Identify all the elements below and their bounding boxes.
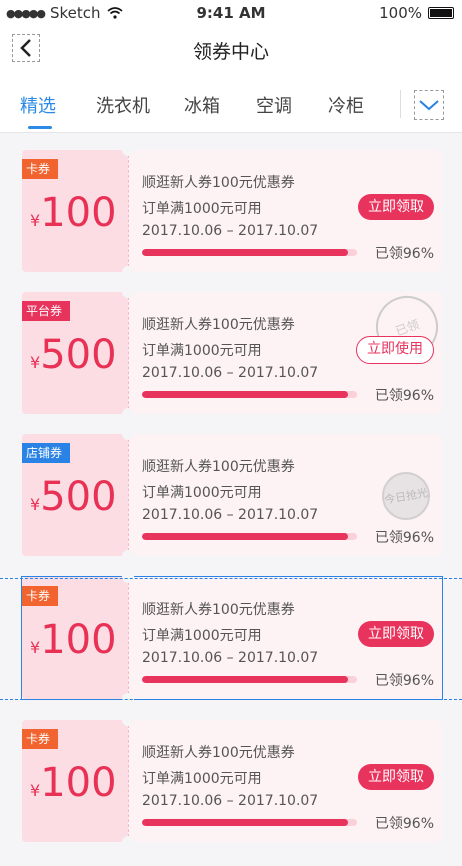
coupon-type-badge: 店铺券: [22, 443, 71, 463]
claim-progress-bar: [142, 533, 357, 540]
currency-symbol: ¥: [30, 638, 41, 657]
tab-fridge[interactable]: 冰箱: [184, 92, 220, 118]
coupon-title: 顺逛新人券100元优惠券: [142, 175, 295, 191]
coupon-condition: 订单满1000元可用: [142, 771, 262, 787]
badge-label: 卡券: [26, 589, 51, 603]
status-right: 100%: [379, 4, 454, 22]
page-title: 领券中心: [192, 41, 269, 63]
coupon-amount: ¥100: [30, 617, 117, 663]
expand-tabs-button[interactable]: [414, 90, 444, 120]
coupon-amount: ¥500: [30, 332, 117, 378]
guide-line: [0, 699, 462, 700]
currency-symbol: ¥: [30, 495, 41, 514]
notch: [122, 836, 134, 848]
coupon-date: 2017.10.06 – 2017.10.07: [142, 507, 319, 523]
badge-label: 卡券: [26, 162, 51, 176]
claim-progress-bar: [142, 249, 357, 256]
coupon-card: 卡券 ¥100 顺逛新人券100元优惠券 订单满1000元可用 2017.10.…: [22, 144, 442, 278]
notch: [122, 714, 134, 726]
tab-divider: [400, 90, 401, 118]
amount-value: 500: [40, 474, 117, 520]
perforation: [128, 434, 129, 556]
coupon-date: 2017.10.06 – 2017.10.07: [142, 223, 319, 239]
active-tab-indicator: [28, 126, 52, 129]
coupon-amount: ¥100: [30, 760, 117, 806]
coupon-amount: ¥500: [30, 474, 117, 520]
battery-icon: [428, 7, 454, 19]
amount-value: 100: [40, 617, 117, 663]
status-bar: ●●●●● Sketch 9:41 AM 100%: [0, 0, 462, 26]
coupon-card: 平台券 ¥500 顺逛新人券100元优惠券 订单满1000元可用 2017.10…: [22, 286, 447, 420]
claim-progress-bar: [142, 391, 357, 398]
coupon-title: 顺逛新人券100元优惠券: [142, 745, 295, 761]
coupon-condition: 订单满1000元可用: [142, 343, 262, 359]
claim-progress-bar: [142, 676, 357, 683]
coupon-title: 顺逛新人券100元优惠券: [142, 317, 295, 333]
guide-line: [0, 578, 462, 579]
tab-featured[interactable]: 精选: [20, 92, 56, 118]
coupon-title: 顺逛新人券100元优惠券: [142, 602, 295, 618]
coupon-type-badge: 卡券: [22, 586, 59, 606]
coupon-date: 2017.10.06 – 2017.10.07: [142, 793, 319, 809]
amount-value: 500: [40, 332, 117, 378]
notch: [122, 408, 134, 420]
nav-bar: 领券中心: [0, 26, 462, 72]
coupon-card: 卡券 ¥100 顺逛新人券100元优惠券 订单满1000元可用 2017.10.…: [21, 571, 443, 705]
coupon-date: 2017.10.06 – 2017.10.07: [142, 365, 319, 381]
coupon-card: 卡券 ¥100 顺逛新人券100元优惠券 订单满1000元可用 2017.10.…: [22, 714, 442, 848]
claim-button[interactable]: 立即领取: [358, 194, 434, 220]
coupon-condition: 订单满1000元可用: [142, 201, 262, 217]
progress-fill: [142, 819, 349, 826]
notch: [122, 266, 134, 278]
tab-ac[interactable]: 空调: [256, 92, 292, 118]
claim-progress-bar: [142, 819, 357, 826]
perforation: [128, 720, 129, 842]
tab-washer[interactable]: 洗衣机: [96, 92, 150, 118]
progress-fill: [142, 391, 349, 398]
perforation: [128, 577, 129, 699]
notch: [122, 428, 134, 440]
tab-freezer[interactable]: 冷柜: [328, 92, 364, 118]
coupon-amount: ¥100: [30, 190, 117, 236]
claimed-percent: 已领96%: [374, 246, 434, 262]
claimed-percent: 已领96%: [374, 388, 434, 404]
coupon-type-badge: 平台券: [22, 301, 71, 321]
badge-label: 卡券: [26, 732, 51, 746]
currency-symbol: ¥: [30, 211, 41, 230]
currency-symbol: ¥: [30, 353, 41, 372]
battery-percent: 100%: [379, 4, 422, 22]
perforation: [128, 292, 129, 414]
claimed-percent: 已领96%: [374, 673, 434, 689]
badge-label: 平台券: [26, 304, 63, 318]
perforation: [128, 150, 129, 272]
use-button[interactable]: 立即使用: [356, 336, 434, 364]
coupon-type-badge: 卡券: [22, 159, 59, 179]
progress-fill: [142, 676, 349, 683]
coupon-title: 顺逛新人券100元优惠券: [142, 459, 295, 475]
notch: [122, 550, 134, 562]
notch: [122, 571, 134, 583]
coupon-date: 2017.10.06 – 2017.10.07: [142, 650, 319, 666]
progress-fill: [142, 249, 349, 256]
amount-value: 100: [40, 760, 117, 806]
coupon-card: 店铺券 ¥500 顺逛新人券100元优惠券 订单满1000元可用 2017.10…: [22, 428, 442, 562]
currency-symbol: ¥: [30, 781, 41, 800]
claim-button[interactable]: 立即领取: [358, 621, 434, 647]
notch: [122, 286, 134, 298]
notch: [122, 144, 134, 156]
progress-fill: [142, 533, 349, 540]
claim-button[interactable]: 立即领取: [358, 764, 434, 790]
category-tabs: 精选 洗衣机 冰箱 空调 冷柜: [0, 72, 462, 133]
coupon-type-badge: 卡券: [22, 729, 59, 749]
badge-label: 店铺券: [26, 446, 63, 460]
chevron-down-icon: [419, 100, 439, 111]
claimed-percent: 已领96%: [374, 530, 434, 546]
coupon-condition: 订单满1000元可用: [142, 485, 262, 501]
claimed-percent: 已领96%: [374, 816, 434, 832]
coupon-condition: 订单满1000元可用: [142, 628, 262, 644]
amount-value: 100: [40, 190, 117, 236]
